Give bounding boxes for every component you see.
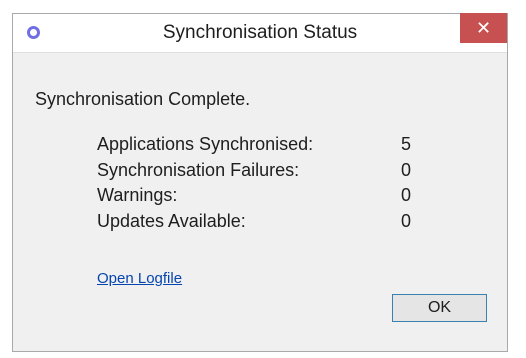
sync-status-dialog: Synchronisation Status ✕ Synchronisation… — [12, 13, 508, 352]
stats-list: Applications Synchronised: 5 Synchronisa… — [97, 134, 437, 236]
stat-row-synchronisation-failures: Synchronisation Failures: 0 — [97, 160, 437, 186]
open-logfile-link[interactable]: Open Logfile — [97, 270, 182, 287]
status-heading: Synchronisation Complete. — [35, 89, 251, 109]
stat-row-updates-available: Updates Available: 0 — [97, 211, 437, 237]
ok-button[interactable]: OK — [392, 294, 487, 322]
stat-value: 0 — [401, 159, 412, 180]
close-icon: ✕ — [475, 18, 492, 38]
stat-value: 5 — [401, 134, 412, 154]
dialog-title: Synchronisation Status — [162, 22, 358, 43]
stat-row-applications-synchronised: Applications Synchronised: 5 — [97, 134, 437, 160]
stat-label: Applications Synchronised: — [97, 134, 314, 154]
close-button[interactable]: ✕ — [460, 13, 507, 43]
stat-label: Synchronisation Failures: — [97, 159, 300, 180]
stat-row-warnings: Warnings: 0 — [97, 185, 437, 211]
stat-value: 0 — [401, 210, 412, 231]
title-bar[interactable]: Synchronisation Status ✕ — [13, 13, 507, 53]
stat-label: Warnings: — [97, 185, 178, 205]
stat-label: Updates Available: — [97, 210, 246, 231]
stat-value: 0 — [401, 185, 412, 205]
